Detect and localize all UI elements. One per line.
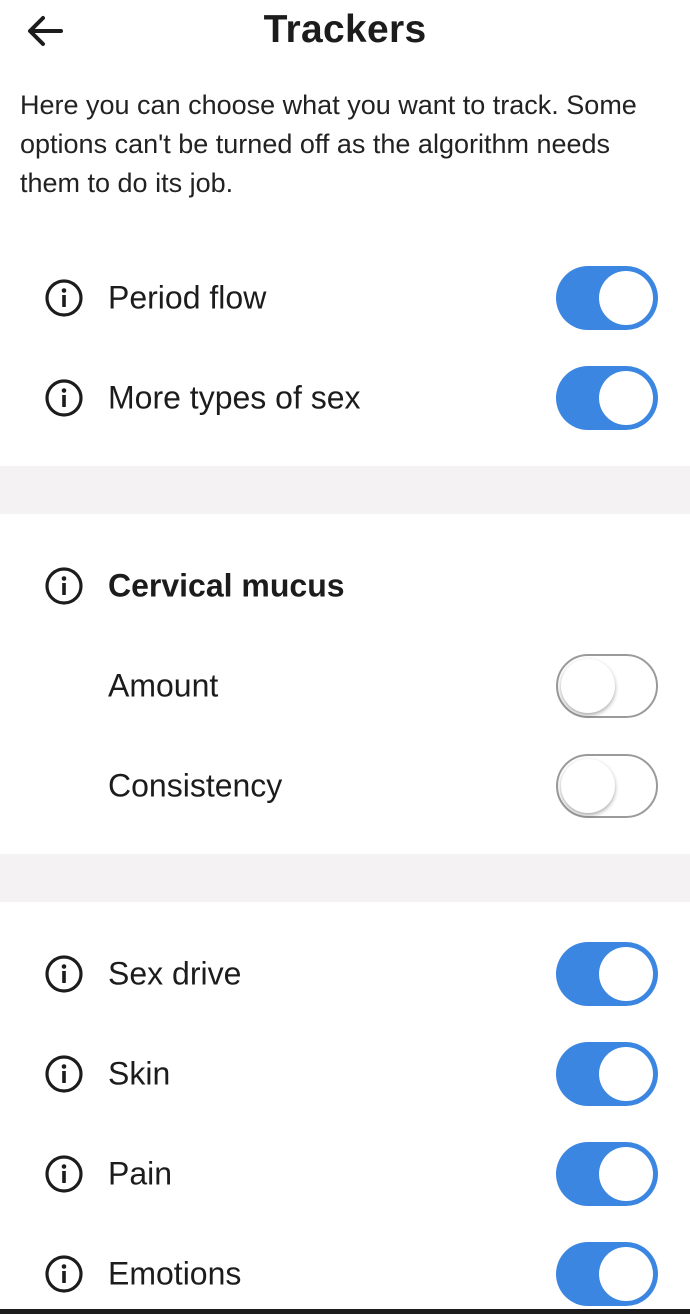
tracker-label: Consistency <box>108 767 283 804</box>
pain-toggle[interactable] <box>556 1142 658 1206</box>
section-cervical-mucus: Cervical mucus Amount Consistency <box>0 514 690 854</box>
info-icon[interactable] <box>44 1154 84 1194</box>
more-types-of-sex-toggle[interactable] <box>556 366 658 430</box>
consistency-toggle[interactable] <box>556 754 658 818</box>
tracker-row-sex-drive: Sex drive <box>0 924 690 1024</box>
info-icon[interactable] <box>44 566 84 606</box>
bottom-edge-line <box>0 1309 690 1314</box>
section-heading: Cervical mucus <box>108 567 345 604</box>
section-general: Period flow More types of sex <box>0 248 690 466</box>
toggle-knob <box>599 1247 653 1301</box>
tracker-row-skin: Skin <box>0 1024 690 1124</box>
toggle-knob <box>599 371 653 425</box>
tracker-row-amount: Amount <box>0 636 690 736</box>
amount-toggle[interactable] <box>556 654 658 718</box>
cervical-mucus-heading-row: Cervical mucus <box>0 536 690 636</box>
section-divider <box>0 466 690 514</box>
tracker-row-more-types-of-sex: More types of sex <box>0 348 690 448</box>
toggle-knob <box>561 659 615 713</box>
tracker-label: Amount <box>108 667 219 704</box>
section-divider <box>0 854 690 902</box>
tracker-label: Emotions <box>108 1255 242 1292</box>
tracker-label: Period flow <box>108 279 267 316</box>
info-icon[interactable] <box>44 954 84 994</box>
tracker-label: Skin <box>108 1055 171 1092</box>
intro-text: Here you can choose what you want to tra… <box>20 90 637 198</box>
tracker-label: More types of sex <box>108 379 361 416</box>
info-icon[interactable] <box>44 1254 84 1294</box>
info-icon[interactable] <box>44 1054 84 1094</box>
emotions-toggle[interactable] <box>556 1242 658 1306</box>
tracker-row-consistency: Consistency <box>0 736 690 836</box>
tracker-label: Pain <box>108 1155 173 1192</box>
section-symptoms: Sex drive Skin Pain Emotions <box>0 902 690 1314</box>
toggle-knob <box>599 271 653 325</box>
app-header: Trackers <box>0 0 690 64</box>
toggle-knob <box>599 1147 653 1201</box>
tracker-row-emotions: Emotions <box>0 1224 690 1314</box>
info-icon[interactable] <box>44 278 84 318</box>
skin-toggle[interactable] <box>556 1042 658 1106</box>
period-flow-toggle[interactable] <box>556 266 658 330</box>
tracker-row-period-flow: Period flow <box>0 248 690 348</box>
page-title: Trackers <box>263 8 427 51</box>
sex-drive-toggle[interactable] <box>556 942 658 1006</box>
info-icon[interactable] <box>44 378 84 418</box>
tracker-label: Sex drive <box>108 955 242 992</box>
toggle-knob <box>561 759 615 813</box>
toggle-knob <box>599 947 653 1001</box>
tracker-row-pain: Pain <box>0 1124 690 1224</box>
toggle-knob <box>599 1047 653 1101</box>
